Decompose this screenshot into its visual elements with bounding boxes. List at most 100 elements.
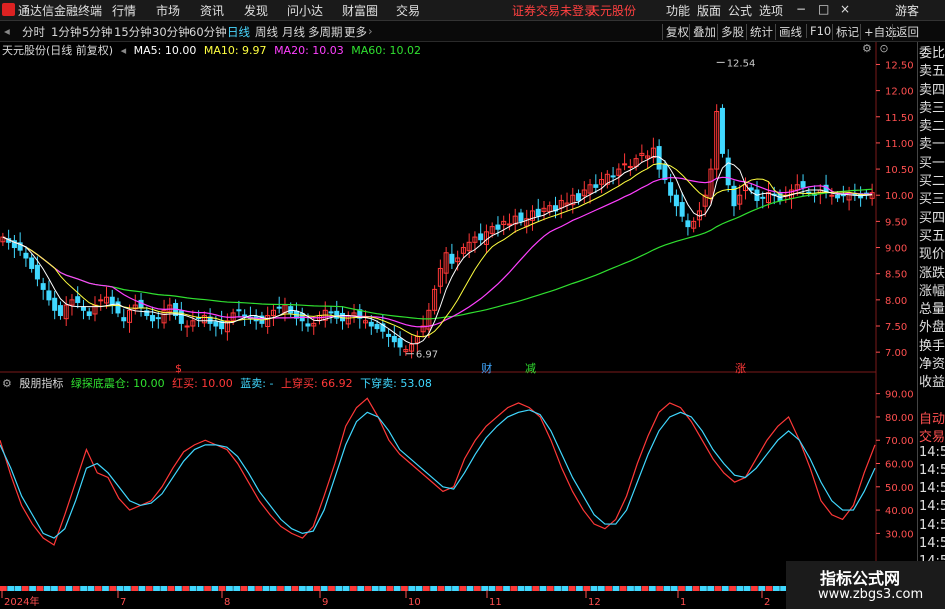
tool-overlay-button[interactable]: 叠加 — [689, 24, 716, 40]
signal-bar-segment — [714, 586, 722, 591]
minimize-icon[interactable]: − — [796, 2, 806, 16]
signal-bar-segment — [364, 586, 372, 591]
time-label: 8 — [224, 597, 230, 608]
login-status[interactable]: 证券交易未登录 — [512, 2, 596, 19]
toolbar-arrow-icon[interactable]: ◂ — [4, 24, 10, 38]
app-logo-icon — [2, 3, 15, 16]
signal-bar-segment — [634, 586, 642, 591]
period-tab-timeshare[interactable]: 分时 — [22, 24, 45, 40]
signal-bar-segment — [393, 586, 401, 591]
quote-side-item: 净资 — [919, 357, 945, 372]
menu-item-trade[interactable]: 交易 — [396, 2, 420, 19]
candle-body — [391, 335, 397, 343]
tool-stats-button[interactable]: 统计 — [746, 24, 773, 40]
period-tab-60min[interactable]: 60分钟 — [189, 24, 227, 40]
signal-bar-segment — [503, 586, 510, 591]
signal-bar-segment — [583, 586, 591, 591]
candle-body — [719, 107, 725, 154]
signal-label: 涨 — [735, 362, 746, 375]
signal-bar-segment — [700, 586, 707, 591]
candle-body — [121, 317, 127, 322]
candle-body — [276, 306, 282, 309]
indicator-line-red — [0, 397, 876, 546]
tool-multistock-button[interactable]: 多股 — [717, 24, 744, 40]
signal-bar-segment — [648, 586, 656, 591]
candle-body — [662, 163, 668, 181]
tool-mark-button[interactable]: 标记 — [832, 24, 859, 40]
signal-bar-segment — [43, 586, 51, 591]
quote-side-item: 买二 — [919, 174, 945, 189]
period-tab-more[interactable]: 更多 — [344, 24, 367, 40]
signal-bar-segment — [0, 586, 7, 591]
menu-item-options[interactable]: 选项 — [759, 2, 783, 19]
menu-item-quotes[interactable]: 行情 — [112, 2, 136, 19]
candle-body — [760, 196, 766, 199]
quote-side-item: 卖一 — [919, 137, 945, 152]
signal-bar-segment — [663, 586, 671, 591]
signal-bar-segment — [736, 586, 744, 591]
period-tab-monthly[interactable]: 月线 — [282, 24, 305, 40]
period-tab-5min[interactable]: 5分钟 — [82, 24, 112, 40]
tool-f10-button[interactable]: F10 — [806, 24, 831, 38]
signal-bar-segment — [685, 586, 693, 591]
chart-area[interactable]: 12.50 12.00 11.50 11.00 10.50 10.00 9.50 9.00 8.… — [0, 42, 917, 609]
period-tab-30min[interactable]: 30分钟 — [152, 24, 190, 40]
signal-bar-segment — [21, 586, 29, 591]
signal-bar-segment — [546, 586, 554, 591]
menu-item-layout[interactable]: 版面 — [697, 2, 721, 19]
signal-bar-segment — [422, 586, 430, 591]
period-tab-1min[interactable]: 1分钟 — [51, 24, 81, 40]
signal-bar-segment — [196, 586, 204, 591]
ma5-line — [2, 156, 873, 345]
maximize-icon[interactable]: □ — [818, 2, 829, 16]
quote-side-item: 收益 — [919, 375, 945, 390]
menu-item-function[interactable]: 功能 — [666, 2, 690, 19]
menu-bar: 通达信金融终端 行情 市场 资讯 发现 问小达 财富圈 交易 证券交易未登录 天… — [0, 0, 945, 21]
more-arrow-icon[interactable]: › — [368, 24, 373, 38]
quote-side-item: 14:56 — [919, 481, 945, 497]
quote-side-item[interactable]: 自动 — [918, 408, 945, 426]
signal-bar-segment — [211, 586, 219, 591]
quote-side-item: 现价 — [919, 247, 945, 262]
tool-draw-button[interactable]: 画线 — [775, 24, 802, 40]
indicator-line-blue — [0, 409, 876, 539]
tool-adjust-button[interactable]: 复权 — [662, 24, 689, 40]
quote-side-item: 外盘 — [919, 320, 945, 335]
signal-bar-segment — [167, 586, 175, 591]
time-label: 2024年 — [4, 595, 39, 608]
signal-bar-segment — [262, 586, 270, 591]
signal-bar-segment — [576, 586, 583, 591]
candle-body — [800, 181, 806, 188]
candle-body — [835, 194, 841, 199]
close-icon[interactable]: × — [840, 2, 850, 16]
quote-side-item[interactable]: 交易 — [918, 426, 945, 444]
menu-item-ask[interactable]: 问小达 — [287, 2, 323, 19]
signal-label: 财 — [481, 361, 492, 375]
quote-side-item — [918, 390, 945, 408]
candle-body — [806, 191, 812, 194]
menu-item-market[interactable]: 市场 — [156, 2, 180, 19]
menu-item-formula[interactable]: 公式 — [728, 2, 752, 19]
menu-item-discover[interactable]: 发现 — [244, 2, 268, 19]
candle-body — [495, 224, 501, 230]
quote-side-item: 买三 — [919, 192, 945, 207]
menu-item-wealth[interactable]: 财富圈 — [342, 2, 378, 19]
candle-body — [109, 296, 115, 306]
candle-body — [535, 208, 541, 217]
period-tab-weekly[interactable]: 周线 — [255, 24, 278, 40]
period-tab-multi[interactable]: 多周期 — [308, 24, 343, 40]
menu-item-news[interactable]: 资讯 — [200, 2, 224, 19]
signal-bar-segment — [707, 586, 715, 591]
period-tab-15min[interactable]: 15分钟 — [114, 24, 152, 40]
signal-bar-segment — [160, 586, 168, 591]
tool-back-button[interactable]: 返回 — [892, 24, 919, 40]
user-label[interactable]: 游客 — [895, 2, 919, 19]
candle-body — [518, 212, 524, 222]
signal-bar-segment — [255, 586, 262, 591]
signal-bar-segment — [65, 586, 73, 591]
period-tab-daily[interactable]: 日线 — [227, 24, 250, 40]
signal-bar-segment — [386, 586, 394, 591]
candle-body — [840, 194, 846, 197]
quote-side-item: 买五 — [919, 228, 945, 244]
candle-body — [829, 194, 835, 197]
